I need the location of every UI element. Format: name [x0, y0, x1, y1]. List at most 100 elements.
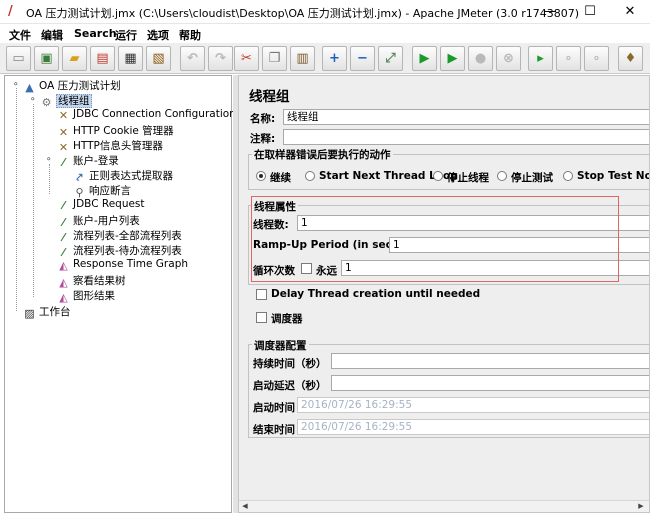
cut-icon[interactable]: ✂: [234, 46, 259, 71]
remote-shutdown-icon[interactable]: ∘: [584, 46, 609, 71]
radio-stop-test-now[interactable]: [563, 171, 573, 181]
thread-group-editor: 线程组 名称: 线程组 注释: 在取样器错误后要执行的动作 继续 Start N…: [238, 75, 650, 513]
tree-guide-line: [33, 104, 34, 297]
start-icon[interactable]: ▶: [412, 46, 437, 71]
scroll-right-icon[interactable]: ▶: [635, 501, 647, 512]
tree-toggle-icon[interactable]: ⚬: [29, 95, 37, 105]
tree-node-jdbc-config[interactable]: ✕ JDBC Connection Configuration: [57, 108, 236, 123]
shutdown-icon[interactable]: ⊗: [496, 46, 521, 71]
window-title: OA 压力测试计划.jmx (C:\Users\cloudist\Desktop…: [26, 7, 580, 20]
stop-icon[interactable]: ●: [468, 46, 493, 71]
menu-edit[interactable]: 编辑: [41, 27, 63, 43]
page-title: 线程组: [249, 89, 290, 105]
menu-help[interactable]: 帮助: [179, 27, 201, 43]
start-no-pause-icon[interactable]: ▶: [440, 46, 465, 71]
title-bar: / OA 压力测试计划.jmx (C:\Users\cloudist\Deskt…: [0, 0, 650, 24]
tree-node-todo-flows[interactable]: ⁄ 流程列表-待办流程列表: [57, 243, 182, 259]
start-time-label: 启动时间: [253, 402, 295, 414]
startup-delay-label: 启动延迟（秒）: [253, 380, 327, 392]
comment-label: 注释:: [250, 133, 276, 145]
paste-icon[interactable]: ▥: [290, 46, 315, 71]
radio-stop-thread[interactable]: [433, 171, 443, 181]
radio-stop-thread-label: 停止线程: [447, 172, 489, 184]
tree-node-graph-results[interactable]: ◭ 图形结果: [57, 288, 115, 304]
remote-start-icon[interactable]: ▸: [528, 46, 553, 71]
tree-toggle-icon[interactable]: ⚬: [45, 155, 53, 165]
highlight-box: [251, 196, 619, 282]
config-icon: ✕: [58, 109, 69, 122]
tree-node-test-plan[interactable]: ▲ OA 压力测试计划: [23, 78, 120, 94]
redo-icon[interactable]: ↷: [208, 46, 233, 71]
toolbar: ▭ ▣ ▰ ▤ ▦ ▧ ↶ ↷ ✂ ❐ ▥ + − ⤢ ▶ ▶ ● ⊗ ▸ ∘ …: [0, 43, 650, 74]
minimize-button[interactable]: —: [530, 0, 570, 24]
maximize-button[interactable]: ☐: [570, 0, 610, 24]
new-icon[interactable]: ▭: [6, 46, 31, 71]
templates-icon[interactable]: ▣: [34, 46, 59, 71]
toggle-icon[interactable]: ⤢: [378, 46, 403, 71]
name-label: 名称:: [250, 113, 276, 125]
radio-stop-test-label: 停止测试: [511, 172, 553, 184]
undo-icon[interactable]: ↶: [180, 46, 205, 71]
horizontal-scrollbar[interactable]: ◀ ▶: [239, 500, 649, 512]
delay-thread-checkbox[interactable]: [256, 289, 267, 300]
listener-icon: ◭: [59, 259, 68, 272]
tree-node-jdbc-request[interactable]: ⁄ JDBC Request: [57, 198, 145, 213]
collapse-icon[interactable]: −: [350, 46, 375, 71]
listener-icon: ◭: [59, 291, 68, 304]
thread-group-icon: ⚙: [41, 96, 52, 109]
comment-input[interactable]: [283, 129, 649, 145]
start-time-input[interactable]: 2016/07/26 16:29:55: [297, 397, 649, 413]
tree-node-response-time-graph[interactable]: ◭ Response Time Graph: [57, 258, 188, 273]
save-as-icon[interactable]: ▧: [146, 46, 171, 71]
scheduler-checkbox[interactable]: [256, 312, 267, 323]
open-icon[interactable]: ▰: [62, 46, 87, 71]
close-file-icon[interactable]: ▤: [90, 46, 115, 71]
scheduler-config-legend: 调度器配置: [252, 338, 309, 353]
clear-icon[interactable]: ♦: [618, 46, 643, 71]
remote-stop-icon[interactable]: ∘: [556, 46, 581, 71]
delay-thread-label: Delay Thread creation until needed: [271, 288, 481, 300]
tree-node-response-assertion[interactable]: ⚲ 响应断言: [73, 183, 131, 199]
menu-file[interactable]: 文件: [9, 27, 31, 43]
tree-toggle-icon[interactable]: ⚬: [12, 80, 20, 90]
radio-continue[interactable]: [256, 171, 266, 181]
close-button[interactable]: ✕: [610, 0, 650, 24]
save-icon[interactable]: ▦: [118, 46, 143, 71]
tree-node-user-list[interactable]: ⁄ 账户-用户列表: [57, 213, 140, 229]
menu-options[interactable]: 选项: [147, 27, 169, 43]
end-time-label: 结束时间: [253, 424, 295, 436]
scroll-left-icon[interactable]: ◀: [239, 501, 251, 512]
tree-node-view-results-tree[interactable]: ◭ 察看结果树: [57, 273, 125, 289]
tree-guide-line: [16, 88, 17, 311]
tree-node-thread-group[interactable]: ⚙ 线程组: [40, 93, 92, 109]
sampler-icon: ⁄: [62, 199, 65, 212]
tree-node-workbench[interactable]: ▨ 工作台: [23, 304, 70, 320]
radio-continue-label: 继续: [270, 172, 291, 184]
test-plan-icon: ▲: [25, 81, 34, 94]
tree-node-login[interactable]: ⁄ 账户-登录: [57, 153, 119, 169]
workbench-icon: ▨: [24, 307, 35, 320]
radio-next-loop[interactable]: [305, 171, 315, 181]
tree-node-cookie-manager[interactable]: ✕ HTTP Cookie 管理器: [57, 123, 174, 139]
tree-node-all-flows[interactable]: ⁄ 流程列表-全部流程列表: [57, 228, 182, 244]
end-time-input[interactable]: 2016/07/26 16:29:55: [297, 419, 649, 435]
tree-guide-line: [49, 164, 50, 194]
scheduler-label: 调度器: [271, 313, 303, 325]
duration-input[interactable]: [331, 353, 649, 369]
sampler-icon: ⁄: [62, 156, 65, 169]
copy-icon[interactable]: ❐: [262, 46, 287, 71]
error-action-legend: 在取样器错误后要执行的动作: [252, 147, 393, 162]
menu-search[interactable]: Search: [74, 27, 117, 40]
duration-label: 持续时间（秒）: [253, 358, 327, 370]
tree-node-header-manager[interactable]: ✕ HTTP信息头管理器: [57, 138, 163, 154]
radio-stop-test[interactable]: [497, 171, 507, 181]
test-plan-tree[interactable]: ⚬ ⚬ ⚬ ▲ OA 压力测试计划 ⚙ 线程组 ✕ JDBC Connection C…: [4, 75, 236, 513]
menu-run[interactable]: 运行: [115, 27, 137, 43]
menu-bar: 文件 编辑 Search 运行 选项 帮助: [0, 24, 650, 43]
jmeter-feather-icon: /: [8, 4, 13, 19]
tree-node-regex-extractor[interactable]: ⤤ 正则表达式提取器: [73, 168, 173, 184]
expand-icon[interactable]: +: [322, 46, 347, 71]
name-input[interactable]: 线程组: [283, 109, 649, 125]
startup-delay-input[interactable]: [331, 375, 649, 391]
radio-stop-test-now-label: Stop Test Now: [577, 170, 649, 182]
